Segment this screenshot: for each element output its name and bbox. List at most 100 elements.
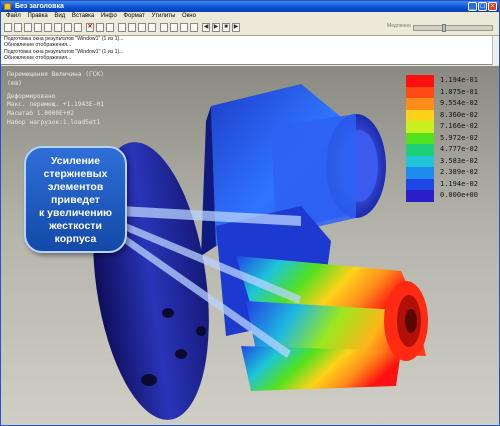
- flange-hole: [196, 326, 206, 336]
- legend-swatch: [406, 121, 434, 133]
- menu-item-window[interactable]: Окно: [182, 12, 196, 21]
- animation-play-icon[interactable]: ▶: [212, 23, 220, 32]
- new-file-icon[interactable]: [4, 23, 12, 32]
- legend-row: 2.389e-02: [406, 167, 496, 179]
- legend-value: 7.166e-02: [440, 122, 478, 130]
- legend-value: 1.194e-02: [440, 179, 478, 188]
- legend-swatch: [406, 98, 434, 110]
- callout-line: стержневых: [43, 168, 108, 180]
- delete-icon[interactable]: ✕: [86, 23, 94, 32]
- menu-item-info[interactable]: Инфо: [101, 12, 117, 21]
- hidden-line-icon[interactable]: [180, 23, 188, 32]
- legend-row: 5.972e-02: [406, 132, 496, 144]
- menu-bar: Файл Правка Вид Вставка Инфо Формат Утил…: [1, 12, 499, 21]
- paste-icon[interactable]: [54, 23, 62, 32]
- log-line: Обновление отображения...: [4, 55, 72, 62]
- legend-swatch: [406, 109, 434, 121]
- legend-row: 1.194e-01: [406, 75, 496, 87]
- legend-swatch: [406, 155, 434, 167]
- menu-item-insert[interactable]: Вставка: [72, 12, 94, 21]
- result-type-label: Перемещения Величина (ГСК): [7, 71, 104, 78]
- legend-row: 7.166e-02: [406, 121, 496, 133]
- callout-line: приведет: [51, 194, 100, 206]
- animation-end-icon[interactable]: ▶: [232, 23, 240, 32]
- shading-icon[interactable]: [160, 23, 168, 32]
- legend-value: 1.075e-01: [440, 87, 478, 96]
- legend-row: 9.554e-02: [406, 98, 496, 110]
- print-icon[interactable]: [34, 23, 42, 32]
- message-log: Подготовка окна результатов "Window1" (1…: [1, 36, 499, 65]
- minimize-button[interactable]: _: [468, 2, 477, 11]
- menu-item-view[interactable]: Вид: [54, 12, 65, 21]
- close-button[interactable]: ×: [488, 2, 497, 11]
- save-icon[interactable]: [24, 23, 32, 32]
- callout-line: элементов: [47, 181, 104, 193]
- animation-start-icon[interactable]: ◀: [202, 23, 210, 32]
- legend-value: 8.360e-02: [440, 110, 478, 119]
- undo-icon[interactable]: [64, 23, 72, 32]
- legend-swatch: [406, 178, 434, 190]
- flange-hole: [175, 349, 187, 359]
- callout-line: жесткости: [49, 220, 102, 232]
- menu-item-utilities[interactable]: Утилиты: [151, 12, 175, 21]
- results-icon[interactable]: [106, 23, 114, 32]
- legend-value: 5.972e-02: [440, 133, 478, 142]
- animation-speed-slider[interactable]: [413, 24, 493, 32]
- animation-stop-icon[interactable]: ■: [222, 23, 230, 32]
- legend-row: 1.075e-01: [406, 86, 496, 98]
- wireframe-icon[interactable]: [170, 23, 178, 32]
- graphics-viewport[interactable]: Перемещения Величина (ГСК) (mm) Деформир…: [1, 66, 499, 425]
- legend-swatch: [406, 190, 434, 202]
- log-scrollbar[interactable]: [492, 36, 499, 65]
- units-label: (mm): [7, 80, 22, 87]
- legend-swatch: [406, 144, 434, 156]
- slider-thumb[interactable]: [442, 24, 446, 32]
- callout-line: Усиление: [50, 155, 101, 167]
- callout-box: Усиление стержневых элементов приведет к…: [24, 146, 127, 253]
- legend-row: 3.583e-02: [406, 155, 496, 167]
- max-displacement: Макс. перемещ. +1.1943E-01: [7, 101, 104, 108]
- maximize-button[interactable]: □: [478, 2, 487, 11]
- redo-icon[interactable]: [74, 23, 82, 32]
- legend-swatch: [406, 167, 434, 179]
- legend-value: 4.777e-02: [440, 145, 478, 153]
- callout-line: к увеличению: [39, 207, 112, 219]
- window-title: Без заголовка: [15, 3, 64, 10]
- toolbar: ✕ ◀ ▶ ■ ▶ Медленно: [1, 21, 499, 36]
- rotate-icon[interactable]: [148, 23, 156, 32]
- copy-icon[interactable]: [44, 23, 52, 32]
- legend-value: 1.194e-01: [440, 76, 478, 84]
- legend-swatch: [406, 86, 434, 98]
- legend-row: 8.360e-02: [406, 109, 496, 121]
- color-legend: 1.194e-01 1.075e-01 9.554e-02 8.360e-02 7.16…: [406, 75, 496, 202]
- fit-view-icon[interactable]: [138, 23, 146, 32]
- legend-value: 0.000e+00: [440, 191, 478, 199]
- lower-cylinder-bottom: [241, 346, 401, 391]
- load-set: Набор нагрузок:1.load5et1: [7, 119, 101, 126]
- open-folder-icon[interactable]: [14, 23, 22, 32]
- legend-value: 2.389e-02: [440, 168, 478, 176]
- deformed-label: Деформировано: [7, 93, 56, 100]
- legend-value: 3.583e-02: [440, 156, 478, 165]
- view-orientation-icon[interactable]: [190, 23, 198, 32]
- app-icon: [4, 3, 11, 10]
- flange-hole: [141, 374, 157, 386]
- legend-row: 4.777e-02: [406, 144, 496, 156]
- menu-item-format[interactable]: Формат: [123, 12, 144, 21]
- callout-line: корпуса: [54, 233, 97, 245]
- legend-row: 1.194e-02: [406, 178, 496, 190]
- speed-label: Медленно: [387, 23, 411, 29]
- title-bar[interactable]: Без заголовка _ □ ×: [1, 1, 499, 12]
- zoom-out-icon[interactable]: [128, 23, 136, 32]
- model-tree-icon[interactable]: [96, 23, 104, 32]
- scale-factor: Масштаб 1.0000E+02: [7, 110, 75, 117]
- flange-hole: [162, 308, 174, 318]
- lower-bore-core: [405, 309, 417, 333]
- legend-value: 9.554e-02: [440, 99, 478, 107]
- legend-swatch: [406, 75, 434, 87]
- menu-item-file[interactable]: Файл: [6, 12, 21, 21]
- menu-item-edit[interactable]: Правка: [27, 12, 47, 21]
- legend-swatch: [406, 132, 434, 144]
- zoom-in-icon[interactable]: [118, 23, 126, 32]
- legend-row: 0.000e+00: [406, 190, 496, 202]
